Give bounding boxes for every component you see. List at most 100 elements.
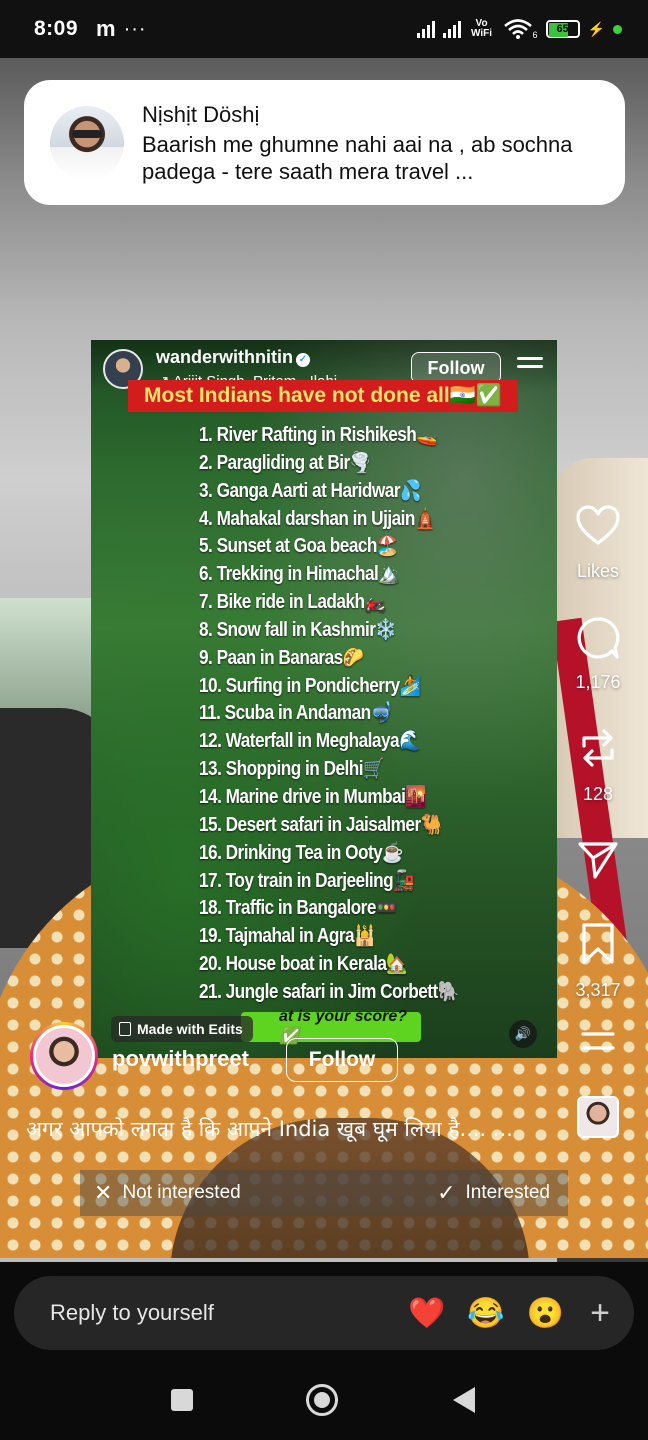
list-item: 16. Drinking Tea in Ooty☕ (199, 840, 496, 868)
list-item-text: 7. Bike ride in Ladakh (199, 591, 365, 614)
verified-icon: ✓ (296, 353, 310, 367)
made-with-edits-label: Made with Edits (137, 1021, 243, 1037)
share-action[interactable] (564, 840, 632, 880)
list-item-text: 21. Jungle safari in Jim Corbett (199, 980, 438, 1003)
list-item: 7. Bike ride in Ladakh🏍️ (199, 589, 496, 617)
back-button[interactable] (453, 1387, 475, 1413)
list-item-text: 19. Tajmahal in Agra (199, 925, 355, 948)
car-window-left (0, 598, 92, 718)
author-username[interactable]: povwithpreet (112, 1046, 249, 1072)
not-interested-button[interactable]: ✕ Not interested (94, 1180, 241, 1206)
close-icon: ✕ (94, 1180, 113, 1205)
list-item-emoji: 🚂 (393, 869, 415, 892)
repost-action[interactable]: 128 (564, 726, 632, 805)
repost-count: 128 (582, 784, 614, 804)
list-item-text: 5. Sunset at Goa beach (199, 535, 377, 558)
list-item-emoji: 🌪️ (349, 451, 371, 474)
more-notifications-icon: ··· (123, 17, 147, 40)
post-username-text: wanderwithnitin (156, 347, 293, 367)
list-item-text: 15. Desert safari in Jaisalmer (199, 813, 421, 836)
wow-reaction[interactable]: 😮 (527, 1296, 564, 1331)
list-item-text: 18. Traffic in Bangalore (199, 897, 376, 920)
battery-level: 65 (556, 23, 569, 35)
home-button[interactable] (306, 1384, 338, 1416)
status-bar: 8:09 m ··· Vo WiFi 6 65 ⚡ (0, 0, 648, 58)
signal-icon-2 (442, 20, 461, 38)
list-item: 6. Trekking in Himachal🏔️ (199, 561, 496, 589)
list-item: 1. River Rafting in Rishikesh🚤 (199, 422, 496, 450)
message-notification[interactable]: Nịshịt Döshị Baarish me ghumne nahi aai … (24, 80, 625, 205)
heart-reaction[interactable]: ❤️ (408, 1296, 445, 1331)
laugh-reaction[interactable]: 😂 (467, 1296, 504, 1331)
list-item: 8. Snow fall in Kashmir❄️ (199, 617, 496, 645)
reply-input[interactable]: Reply to yourself (50, 1300, 214, 1326)
privacy-dot-icon (613, 24, 622, 34)
list-item-emoji: 🐫 (420, 813, 442, 836)
list-item-emoji: 🏄 (399, 674, 421, 697)
list-item: 21. Jungle safari in Jim Corbett🐘 (199, 979, 496, 1007)
author-avatar[interactable] (30, 1022, 98, 1090)
battery-icon: 65 (545, 20, 580, 38)
travel-list: 1. River Rafting in Rishikesh🚤 2. Paragli… (199, 422, 544, 1007)
list-item-emoji: 🛒 (363, 758, 384, 781)
list-item-text: 9. Paan in Banaras (199, 646, 343, 669)
list-item-text: 1. River Rafting in Rishikesh (199, 424, 417, 446)
list-item-text: 4. Mahakal darshan in Ujjain (199, 507, 415, 530)
post-username[interactable]: wanderwithnitin ✓ (156, 347, 310, 368)
interest-bar: ✕ Not interested ✓ Interested (80, 1170, 568, 1216)
list-item: 11. Scuba in Andaman🤿 (199, 700, 496, 728)
signal-icon (416, 20, 435, 38)
list-item-emoji: 🏔️ (378, 563, 400, 586)
list-item-text: 13. Shopping in Delhi (199, 758, 364, 781)
list-item-emoji: 🏡 (386, 953, 408, 976)
list-item-emoji: 🌊 (399, 730, 420, 753)
list-item-emoji: 🚥 (375, 897, 397, 920)
list-item-emoji: 💦 (400, 479, 421, 502)
list-item-emoji: 🚤 (416, 424, 438, 446)
edits-icon (119, 1022, 131, 1036)
recents-button[interactable] (171, 1389, 193, 1411)
list-item: 2. Paragliding at Bir🌪️ (199, 450, 496, 478)
list-item-text: 2. Paragliding at Bir (199, 451, 350, 474)
list-item: 18. Traffic in Bangalore🚥 (199, 895, 496, 923)
list-item-emoji: 🐘 (437, 980, 459, 1003)
menu-icon[interactable] (517, 357, 543, 377)
list-item-text: 3. Ganga Aarti at Haridwar (199, 479, 401, 502)
charging-icon: ⚡ (587, 20, 605, 37)
comments-action[interactable]: 1,176 (564, 616, 632, 693)
post-caption[interactable]: अगर आपको लगता है कि आपने India खूब घूम ल… (26, 1115, 626, 1143)
not-interested-label: Not interested (122, 1182, 241, 1203)
list-item-emoji: 🛕 (414, 507, 436, 530)
add-reaction-icon[interactable]: + (590, 1294, 610, 1333)
list-item-emoji: 🌮 (342, 646, 364, 669)
made-with-edits-badge[interactable]: Made with Edits (111, 1016, 253, 1042)
interested-button[interactable]: ✓ Interested (437, 1180, 550, 1206)
list-item-text: 12. Waterfall in Meghalaya (199, 730, 400, 753)
heart-icon (576, 505, 620, 545)
saves-count: 3,317 (575, 980, 621, 1000)
more-action[interactable] (564, 1030, 632, 1052)
list-item-text: 6. Trekking in Himachal (199, 563, 379, 586)
story-progress-bar (0, 1258, 648, 1262)
list-item: 10. Surfing in Pondicherry🏄 (199, 673, 496, 701)
list-item-emoji: ☕ (382, 841, 404, 864)
list-item: 15. Desert safari in Jaisalmer🐫 (199, 812, 496, 840)
comments-count: 1,176 (575, 672, 621, 692)
list-item: 9. Paan in Banaras🌮 (199, 645, 496, 673)
post-banner: Most Indians have not done all🇮🇳✅ (128, 380, 518, 412)
clock: 8:09 (34, 17, 79, 40)
bookmark-icon (582, 923, 614, 964)
save-action[interactable]: 3,317 (564, 922, 632, 1001)
more-icon (581, 1032, 615, 1050)
likes-label: Likes (576, 561, 620, 581)
check-icon: ✓ (437, 1180, 456, 1205)
shared-post[interactable]: wanderwithnitin✓ ↗ Arijit Singh, Pritam … (91, 340, 557, 1058)
list-item: 17. Toy train in Darjeeling🚂 (199, 868, 496, 896)
list-item-text: 20. House boat in Kerala (199, 953, 387, 976)
list-item-emoji: ❄️ (375, 618, 397, 641)
notification-message: Baarish me ghumne nahi aai na , ab sochn… (142, 132, 573, 184)
author-follow-button[interactable]: Follow (286, 1038, 398, 1082)
sound-icon[interactable]: 🔊 (509, 1020, 537, 1048)
reply-bar[interactable]: Reply to yourself ❤️ 😂 😮 + (14, 1276, 634, 1350)
likes-action[interactable]: Likes (564, 505, 632, 582)
